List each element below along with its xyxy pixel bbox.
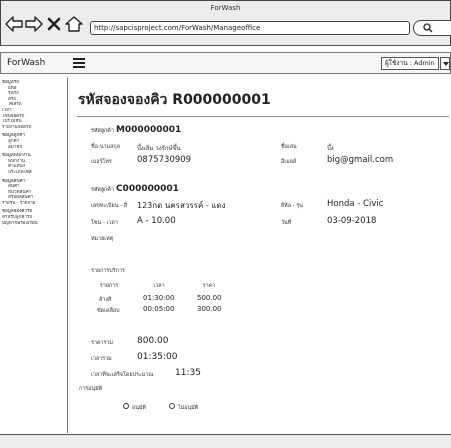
finish-time-label: เวลาที่จะเสร็จโดยประมาณ (91, 372, 154, 378)
services-section-label: รายการบริการ (91, 268, 125, 274)
car-brand-value: Honda - Civic (327, 199, 384, 209)
services-header-time: เวลา (153, 283, 165, 289)
total-price-value: 800.00 (137, 336, 169, 346)
car-date-value: 03-09-2018 (327, 216, 377, 226)
window-title: ForWash (210, 4, 241, 12)
reject-radio[interactable] (169, 403, 175, 409)
approve-radio-label[interactable]: อนุมัติ (132, 404, 146, 412)
car-code: รหัสลูกค้า C000000001 (91, 184, 179, 194)
car-note-label: หมายเหตุ (91, 236, 114, 242)
total-time-label: เวลารวม (91, 356, 112, 362)
app-header: ForWash ผู้ใช้งาน : Admin (0, 52, 451, 74)
search-icon (423, 23, 433, 33)
reject-radio-label[interactable]: ไม่อนุมัติ (178, 404, 198, 412)
car-brand-label: ยี่ห้อ - รุ่น (281, 203, 303, 209)
approval-label: การอนุมัติ (79, 386, 103, 392)
page-title: รหัสจองจองคิว R000000001 (78, 92, 271, 108)
service-row-1-time: 01:30:00 (143, 294, 175, 302)
car-date-label: วันที่ (281, 220, 292, 226)
user-dropdown[interactable]: ผู้ใช้งาน : Admin (381, 57, 439, 70)
member-code: รหัสลูกค้า M000000001 (91, 125, 181, 135)
service-row-1-price: 500.00 (197, 294, 222, 302)
total-time-value: 01:35:00 (137, 352, 178, 362)
total-price-label: ราคารวม (91, 340, 114, 346)
car-plate-value: 123กด นครสวรรค์ - แดง (137, 201, 226, 210)
home-icon[interactable] (65, 16, 83, 32)
car-plate-label: เลขทะเบียน - สี (91, 203, 128, 209)
menu-toggle-icon[interactable] (73, 58, 85, 68)
back-arrow-icon[interactable] (5, 16, 23, 32)
sidebar: ข้อมูลรถ ยี่ห้อ รุ่นรถ สีรถ ไซส์รถ เวลา โซนจอด… (0, 77, 68, 433)
services-header-item: รายการ (99, 283, 119, 289)
member-name-label: ชื่อ-นามสกุล (91, 144, 120, 150)
forward-arrow-icon[interactable] (25, 16, 43, 32)
chevron-down-icon[interactable] (440, 57, 450, 70)
car-zone-value: A - 10.00 (137, 216, 176, 226)
browser-window-chrome: ForWash http://sapcisproject.com/ForWash… (0, 0, 451, 46)
browser-search-box[interactable] (413, 20, 451, 36)
browser-status-bar (0, 434, 451, 448)
service-row-2-price: 300.00 (197, 305, 222, 313)
approve-radio[interactable] (123, 403, 129, 409)
main-content: รหัสจองจองคิว R000000001 รหัสลูกค้า M0000… (69, 77, 451, 433)
member-phone-label: เบอร์โทร (91, 159, 112, 165)
finish-time-value: 11:35 (175, 368, 201, 378)
sidebar-item[interactable]: รายงานจอดรถ (0, 125, 67, 131)
sidebar-item[interactable]: สมาชิก (0, 145, 67, 151)
member-nick-value: บึ้ง (327, 145, 334, 152)
close-x-icon[interactable] (47, 16, 61, 32)
service-row-1-name: ล้างสี (99, 297, 112, 303)
sidebar-item[interactable]: ประเภทไซส์ (0, 170, 67, 176)
member-nick-label: ชื่อเล่น (281, 144, 297, 150)
member-code-label: รหัสลูกค้า (91, 128, 114, 134)
address-bar[interactable]: http://sapcisproject.com/ForWash/Manageo… (90, 21, 410, 35)
member-email-value: big@gmail.com (327, 155, 394, 165)
car-code-value: C000000001 (115, 184, 179, 194)
service-row-2-time: 00:05:00 (143, 305, 175, 313)
services-header-price: ราคา (202, 283, 216, 289)
brand-logo-text[interactable]: ForWash (7, 58, 45, 68)
member-code-value: M000000001 (115, 125, 182, 135)
car-zone-label: โซน - เวลา (91, 220, 118, 226)
car-code-label: รหัสลูกค้า (91, 187, 114, 193)
sidebar-item[interactable]: รายรับ - รายจ่าย (0, 201, 67, 207)
service-row-2-name: ขัดเคลือบ (97, 308, 120, 314)
member-phone-value: 0875730909 (137, 155, 192, 165)
title-divider (77, 116, 449, 117)
sidebar-item[interactable]: ปัญหาข้อร้องเรียน (0, 221, 67, 227)
member-email-label: อีเมลล์ (281, 159, 297, 165)
member-name-value: บึ้งเลิ่ม วงรักษ์ขึ้น (137, 145, 181, 152)
